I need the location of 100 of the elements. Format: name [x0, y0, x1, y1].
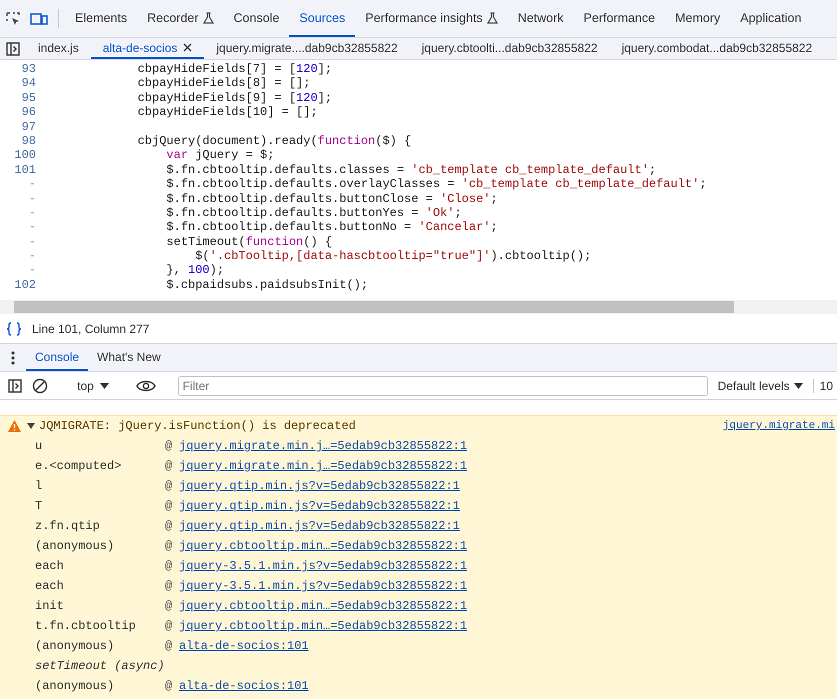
context-dropdown[interactable]: top [71, 378, 115, 392]
code-line: cbpayHideFields[7] = [120]; [136, 62, 332, 76]
clear-console-icon[interactable] [32, 378, 48, 394]
file-tab[interactable]: jquery.cbtoolti...dab9cb32855822 [410, 38, 610, 59]
sidebar-toggle-icon[interactable] [8, 378, 22, 392]
code-line: $('.cbTooltip,[data-hascbtooltip="true"]').cbtooltip(); [194, 249, 592, 264]
function-name: each [35, 579, 65, 593]
function-name: l [35, 479, 44, 493]
caret-icon [794, 382, 803, 388]
code-line: $.fn.cbtooltip.defaults.buttonYes = 'Ok'; [165, 206, 462, 220]
code-line: var jQuery = $; [165, 148, 274, 163]
function-name: u [35, 439, 44, 453]
source-link[interactable]: jquery.qtip.min.js?v=5edab9cb32855822:1 [179, 479, 460, 493]
function-name: t.fn.cbtooltip [35, 619, 137, 633]
source-link[interactable]: jquery.qtip.min.js?v=5edab9cb32855822:1 [179, 499, 460, 513]
code-line: $.fn.cbtooltip.defaults.classes = 'cb_template cb_template_default'; [165, 162, 656, 178]
source-link[interactable]: jquery.migrate.mi [722, 420, 835, 432]
code-line: $.fn.cbtooltip.defaults.buttonClose = 'Close'; [165, 192, 498, 206]
line-number: - [28, 220, 36, 235]
line-number: - [28, 249, 36, 264]
drawer-tab[interactable]: What's New [88, 344, 170, 371]
source-link[interactable]: jquery.migrate.min.j…=5edab9cb32855822:1 [179, 439, 468, 453]
line-number: - [28, 206, 36, 220]
horizontal-scrollbar[interactable] [0, 300, 837, 314]
function-name: z.fn.qtip [35, 519, 101, 533]
panel-tab[interactable]: Performance insights [355, 0, 508, 37]
warning-text: JQMIGRATE: jQuery.isFunction() is deprecated [39, 419, 357, 433]
at-sign: @ [165, 619, 174, 633]
code-line: }, 100); [165, 263, 224, 278]
at-sign: @ [165, 479, 174, 493]
line-number: 95 [20, 90, 36, 106]
line-number: - [28, 263, 36, 278]
caret-icon [100, 382, 109, 388]
code-line: setTimeout(function() { [165, 234, 332, 250]
log-levels-dropdown[interactable]: Default levels [712, 378, 809, 392]
drawer-tab[interactable]: Console [26, 344, 88, 371]
source-link[interactable]: jquery.cbtooltip.min…=5edab9cb32855822:1 [179, 599, 468, 613]
line-number: - [28, 192, 36, 206]
more-options-icon[interactable] [11, 350, 15, 364]
function-name: e.<computed> [35, 459, 122, 473]
source-link[interactable]: alta-de-socios:101 [179, 679, 309, 693]
eye-icon[interactable] [136, 380, 156, 392]
inspect-icon[interactable] [5, 10, 21, 26]
line-number: 98 [20, 134, 36, 148]
panel-tab[interactable]: Recorder [137, 0, 224, 37]
expand-arrow-icon[interactable] [27, 422, 35, 430]
at-sign: @ [165, 679, 174, 693]
sidebar-toggle-icon[interactable] [6, 42, 20, 56]
source-link[interactable]: jquery.migrate.min.j…=5edab9cb32855822:1 [179, 459, 468, 473]
at-sign: @ [165, 599, 174, 613]
line-number: - [28, 177, 36, 192]
issue-count[interactable]: 10 [812, 378, 837, 392]
panel-tab[interactable]: Network [508, 0, 574, 37]
at-sign: @ [165, 539, 174, 553]
file-tab[interactable]: jquery.combodat...dab9cb32855822 [610, 38, 824, 59]
function-name: each [35, 559, 65, 573]
warning-icon [8, 420, 21, 432]
line-number: 102 [13, 278, 36, 292]
code-line: cbjQuery(document).ready(function($) { [136, 134, 412, 148]
close-icon[interactable] [183, 43, 192, 52]
line-number: 100 [13, 148, 36, 163]
cursor-position: Line 101, Column 277 [32, 322, 150, 336]
device-icon[interactable] [30, 12, 48, 26]
code-line: $.fn.cbtooltip.defaults.overlayClasses = 'cb_template cb_template_default'; [165, 177, 707, 192]
code-line: cbpayHideFields[10] = []; [136, 105, 318, 120]
code-line: $.cbpaidsubs.paidsubsInit(); [165, 278, 368, 292]
line-number: 97 [20, 120, 36, 134]
panel-tab[interactable]: Memory [665, 0, 730, 37]
source-link[interactable]: jquery.cbtooltip.min…=5edab9cb32855822:1 [179, 619, 468, 633]
line-number: 96 [20, 105, 36, 120]
code-line: cbpayHideFields[8] = []; [136, 76, 310, 91]
file-tab[interactable]: alta-de-socios [90, 38, 204, 59]
line-number: - [28, 234, 36, 250]
line-number: 101 [13, 162, 36, 178]
at-sign: @ [165, 579, 174, 593]
panel-tab[interactable]: Performance [574, 0, 666, 37]
filter-field[interactable]: Filter [178, 376, 708, 396]
panel-tab[interactable]: Console [224, 0, 290, 37]
function-name: (anonymous) [35, 539, 116, 553]
source-link[interactable]: jquery.qtip.min.js?v=5edab9cb32855822:1 [179, 519, 460, 533]
source-link[interactable]: alta-de-socios:101 [179, 639, 309, 653]
panel-tab[interactable]: Elements [65, 0, 138, 37]
file-tab[interactable]: jquery.migrate....dab9cb32855822 [204, 38, 410, 59]
line-number: 94 [20, 76, 36, 91]
at-sign: @ [165, 439, 174, 453]
async-label: setTimeout (async) [35, 659, 165, 673]
source-link[interactable]: jquery.cbtooltip.min…=5edab9cb32855822:1 [179, 539, 468, 553]
braces-icon[interactable] [6, 322, 22, 336]
file-tab[interactable]: index.js [26, 38, 91, 59]
at-sign: @ [165, 639, 174, 653]
code-line: cbpayHideFields[9] = [120]; [136, 90, 332, 106]
at-sign: @ [165, 499, 174, 513]
at-sign: @ [165, 559, 174, 573]
function-name: T [35, 499, 44, 513]
source-link[interactable]: jquery-3.5.1.min.js?v=5edab9cb32855822:1 [179, 559, 468, 573]
function-name: (anonymous) [35, 639, 116, 653]
source-link[interactable]: jquery-3.5.1.min.js?v=5edab9cb32855822:1 [179, 579, 468, 593]
panel-tab[interactable]: Application [730, 0, 812, 37]
function-name: (anonymous) [35, 679, 116, 693]
code-line: $.fn.cbtooltip.defaults.buttonNo = 'Cancelar'; [165, 220, 498, 235]
